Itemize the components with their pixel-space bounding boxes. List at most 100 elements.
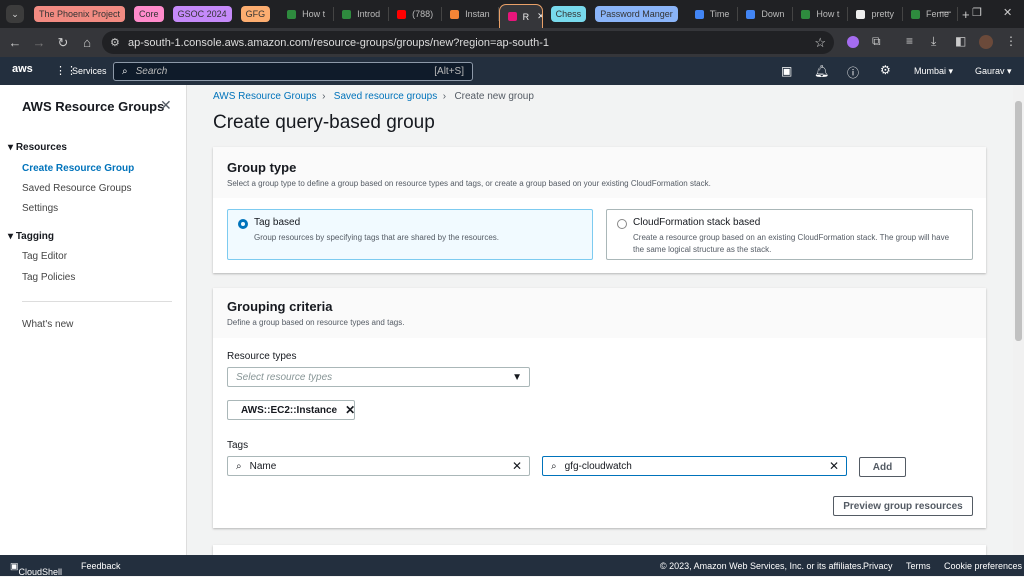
aws-console-header: aws ⋮⋮ Services ⌕ Search [Alt+S] ▣ 🔔︎ ⓘ ⚙ … bbox=[0, 57, 1024, 85]
favicon-icon bbox=[342, 9, 352, 19]
cookie-preferences-link[interactable]: Cookie preferences bbox=[944, 561, 1022, 571]
sidebar-section-resources[interactable]: ▾ Resources bbox=[8, 142, 67, 153]
minimize-button[interactable]: — bbox=[940, 6, 951, 18]
divider bbox=[22, 301, 172, 302]
feedback-link[interactable]: Feedback bbox=[81, 561, 121, 571]
forward-button[interactable]: → bbox=[27, 35, 51, 50]
tab-label: (788) bbox=[412, 9, 434, 19]
sidebar-item-create-resource-group[interactable]: Create Resource Group bbox=[22, 163, 134, 174]
search-placeholder: Search bbox=[135, 66, 168, 77]
option-label: Tag based bbox=[254, 217, 301, 228]
settings-gear-icon[interactable]: ⚙ bbox=[880, 63, 891, 77]
copyright-text: © 2023, Amazon Web Services, Inc. or its… bbox=[660, 561, 864, 571]
url-text[interactable]: ap-south-1.console.aws.amazon.com/resour… bbox=[128, 37, 549, 49]
notifications-bell-icon[interactable]: 🔔︎ bbox=[814, 64, 829, 78]
tag-value-input[interactable]: ⌕ gfg-cloudwatch ✕ bbox=[542, 456, 847, 476]
breadcrumb-saved-groups[interactable]: Saved resource groups bbox=[334, 91, 437, 102]
breadcrumb: AWS Resource Groups › Saved resource gro… bbox=[213, 91, 534, 102]
favicon-icon bbox=[450, 9, 460, 19]
tab-search-button[interactable]: ⌄ bbox=[6, 5, 24, 23]
cloudshell-button[interactable]: ▣ CloudShell bbox=[10, 561, 62, 577]
sidebar-section-tagging[interactable]: ▾ Tagging bbox=[8, 231, 54, 242]
terms-link[interactable]: Terms bbox=[906, 561, 931, 571]
scrollbar-thumb[interactable] bbox=[1015, 101, 1022, 341]
side-panel-icon[interactable]: ◧ bbox=[955, 34, 966, 48]
cloudshell-icon[interactable]: ▣ bbox=[781, 64, 792, 78]
close-tab-icon[interactable]: ✕ bbox=[537, 11, 542, 22]
add-tag-button[interactable]: Add bbox=[859, 457, 906, 477]
close-window-button[interactable]: ✕ bbox=[1003, 6, 1012, 19]
card-description: Select a group type to define a group ba… bbox=[227, 179, 711, 188]
option-tag-based[interactable]: Tag based Group resources by specifying … bbox=[227, 209, 593, 260]
help-icon[interactable]: ⓘ bbox=[847, 64, 859, 81]
tag-key-input[interactable]: ⌕ Name ✕ bbox=[227, 456, 530, 476]
browser-tab[interactable]: Instan bbox=[442, 7, 499, 21]
sidebar-item-tag-policies[interactable]: Tag Policies bbox=[22, 272, 75, 283]
maximize-button[interactable]: ❐ bbox=[972, 6, 982, 19]
tab-group-2[interactable]: GSOC 2024 bbox=[172, 6, 232, 22]
browser-tab[interactable]: Time bbox=[687, 7, 739, 21]
browser-tab[interactable]: How t bbox=[279, 7, 335, 21]
scrollbar[interactable] bbox=[1013, 85, 1024, 555]
clear-icon[interactable]: ✕ bbox=[512, 459, 522, 473]
privacy-link[interactable]: Privacy bbox=[863, 561, 893, 571]
browser-tab[interactable]: (788) bbox=[389, 7, 443, 21]
region-label: Mumbai bbox=[914, 66, 947, 76]
tab-group-0[interactable]: The Phoenix Project bbox=[34, 6, 126, 22]
preview-group-resources-button[interactable]: Preview group resources bbox=[833, 496, 973, 516]
region-selector[interactable]: Mumbai ▾ bbox=[914, 66, 953, 77]
home-button[interactable]: ⌂ bbox=[75, 35, 99, 50]
resource-type-token: AWS::EC2::Instance ✕ bbox=[227, 400, 355, 420]
resource-types-select[interactable]: Select resource types ▼ bbox=[227, 367, 530, 387]
search-input[interactable]: ⌕ Search [Alt+S] bbox=[113, 62, 473, 81]
reload-button[interactable]: ↻ bbox=[51, 35, 75, 51]
tab-group-3[interactable]: GFG bbox=[240, 6, 271, 22]
tab-group-1[interactable]: Core bbox=[134, 6, 164, 22]
breadcrumb-current: Create new group bbox=[454, 91, 534, 102]
tab-label: How t bbox=[302, 9, 326, 19]
browser-tab[interactable]: pretty bbox=[848, 7, 903, 21]
search-icon: ⌕ bbox=[551, 460, 557, 472]
select-placeholder: Select resource types bbox=[236, 371, 333, 383]
browser-toolbar: ← → ↻ ⌂ ⚙ ap-south-1.console.aws.amazon.c… bbox=[0, 28, 1024, 57]
site-info-icon[interactable]: ⚙ bbox=[110, 36, 120, 49]
browser-tab[interactable]: How t bbox=[793, 7, 849, 21]
aws-logo[interactable]: aws bbox=[12, 63, 33, 75]
radio-tag-based[interactable] bbox=[238, 219, 248, 229]
tab-label: pretty bbox=[871, 9, 894, 19]
resource-groups-icon bbox=[507, 12, 517, 21]
radio-cloudformation[interactable] bbox=[617, 219, 627, 229]
browser-menu-icon[interactable]: ⋮ bbox=[1005, 34, 1017, 48]
extensions-puzzle-icon[interactable]: ⧉ bbox=[872, 34, 881, 49]
option-cloudformation[interactable]: CloudFormation stack based Create a reso… bbox=[606, 209, 973, 260]
search-shortcut: [Alt+S] bbox=[434, 66, 464, 77]
back-button[interactable]: ← bbox=[3, 35, 27, 50]
sidebar-item-settings[interactable]: Settings bbox=[22, 203, 58, 214]
card-description: Define a group based on resource types a… bbox=[227, 318, 405, 327]
breadcrumb-resource-groups[interactable]: AWS Resource Groups bbox=[213, 91, 317, 102]
account-menu[interactable]: Gaurav ▾ bbox=[975, 66, 1012, 77]
sidebar-item-saved-resource-groups[interactable]: Saved Resource Groups bbox=[22, 183, 132, 194]
close-sidebar-icon[interactable]: ✕ bbox=[160, 97, 172, 114]
tab-active[interactable]: R✕ bbox=[498, 4, 543, 28]
remove-token-icon[interactable]: ✕ bbox=[345, 403, 355, 417]
address-bar[interactable]: ⚙ ap-south-1.console.aws.amazon.com/resou… bbox=[102, 31, 834, 54]
new-tab-button[interactable]: + bbox=[962, 7, 970, 22]
card-header: Group type Select a group type to define… bbox=[213, 147, 986, 198]
reading-list-icon[interactable]: ≡ bbox=[906, 34, 913, 48]
download-icon[interactable]: ⤓ bbox=[931, 34, 936, 49]
sidebar-item-tag-editor[interactable]: Tag Editor bbox=[22, 251, 67, 262]
chevron-down-icon: ▼ bbox=[512, 371, 522, 383]
services-menu[interactable]: Services bbox=[72, 66, 107, 76]
bookmark-star-icon[interactable]: ☆ bbox=[814, 35, 826, 51]
clear-icon[interactable]: ✕ bbox=[829, 459, 839, 473]
browser-tab[interactable]: Introd bbox=[334, 7, 390, 21]
tab-group-0[interactable]: Chess bbox=[550, 6, 587, 22]
favicon-icon bbox=[397, 9, 407, 19]
browser-tab[interactable]: Down bbox=[738, 7, 794, 21]
profile-avatar[interactable] bbox=[979, 35, 993, 49]
sidebar-item-whats-new[interactable]: What's new bbox=[22, 319, 73, 330]
extension-icon[interactable] bbox=[847, 36, 859, 48]
search-icon: ⌕ bbox=[236, 460, 242, 472]
tab-group-1[interactable]: Password Manger bbox=[595, 6, 678, 22]
